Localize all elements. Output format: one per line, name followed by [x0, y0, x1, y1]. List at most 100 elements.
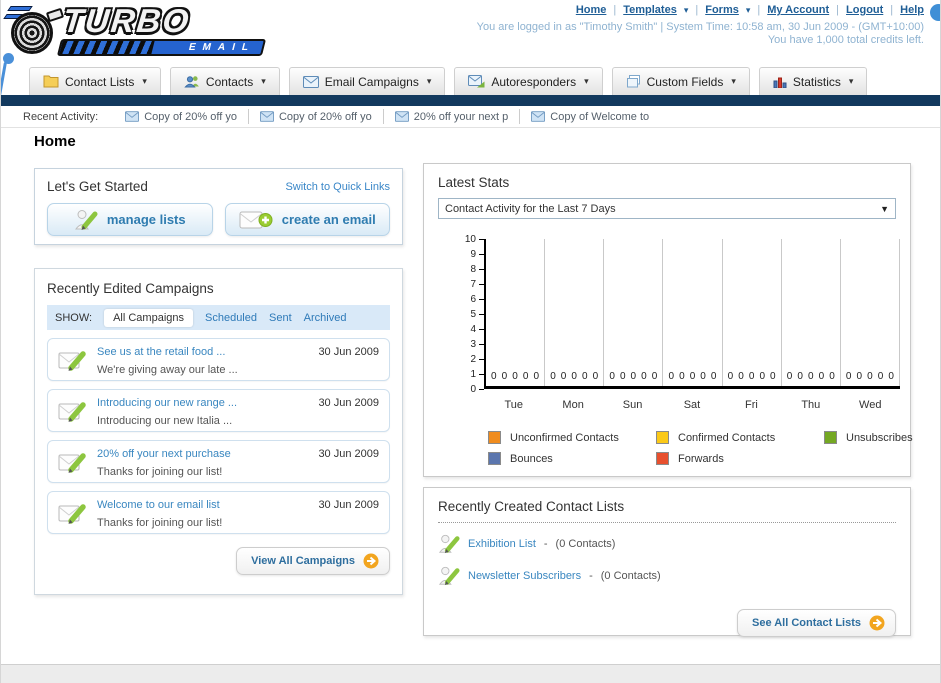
recent-activity-item[interactable]: 20% off your next p: [384, 109, 521, 124]
filter-archived[interactable]: Archived: [304, 312, 347, 324]
filter-all-campaigns[interactable]: All Campaigns: [104, 308, 193, 327]
credits-info: You have 1,000 total credits left.: [767, 34, 924, 46]
nav-link-my-account[interactable]: My Account: [767, 4, 829, 16]
data-value-label: 0: [877, 371, 884, 382]
envelope-icon: [394, 111, 409, 122]
envelope-icon: [125, 111, 140, 122]
nav-link-home[interactable]: Home: [576, 4, 607, 16]
chevron-down-icon: ▾: [584, 76, 589, 86]
logo-email-bar: EMAIL: [56, 39, 267, 56]
data-value-label: 0: [807, 371, 814, 382]
campaign-filter-bar: SHOW: All Campaigns Scheduled Sent Archi…: [47, 305, 390, 330]
campaigns-title: Recently Edited Campaigns: [47, 281, 214, 296]
contact-list-link[interactable]: Newsletter Subscribers: [468, 570, 581, 582]
data-value-label: 0: [491, 371, 497, 382]
tab-contact-lists[interactable]: Contact Lists ▾: [29, 67, 161, 95]
x-axis-day-label: Fri: [744, 399, 758, 411]
y-tick-label: 10: [465, 234, 484, 245]
campaign-row[interactable]: Welcome to our email list Thanks for joi…: [47, 491, 390, 534]
contact-lists-panel: Recently Created Contact Lists Exhibitio…: [423, 487, 911, 637]
list-separator: -: [589, 570, 593, 582]
tab-statistics[interactable]: Statistics ▾: [758, 67, 868, 95]
arrow-circle-icon: [363, 553, 379, 569]
nav-link-templates[interactable]: Templates: [623, 4, 677, 16]
x-axis-day-label: Sun: [622, 399, 643, 411]
manage-lists-button[interactable]: manage lists: [47, 203, 213, 236]
chevron-down-icon[interactable]: ▾: [746, 5, 751, 16]
tab-autoresponders[interactable]: Autoresponders ▾: [454, 67, 603, 95]
contact-list-item[interactable]: Newsletter Subscribers - (0 Contacts): [438, 565, 896, 587]
legend-swatch: [656, 452, 669, 465]
campaign-row[interactable]: See us at the retail food ... We're givi…: [47, 338, 390, 381]
campaign-row[interactable]: 20% off your next purchase Thanks for jo…: [47, 440, 390, 483]
chevron-down-icon: ▾: [731, 76, 736, 86]
activity-link[interactable]: 20% off your next p: [414, 111, 509, 123]
logo-subtitle: EMAIL: [187, 42, 257, 53]
create-email-button[interactable]: create an email: [224, 203, 390, 236]
chart-plot-area: 00000000000000000000000000000000000: [484, 239, 900, 389]
tab-label: Contacts: [205, 74, 254, 89]
envelope-pencil-icon: [58, 348, 88, 372]
campaign-title-link[interactable]: Introducing our new range ...: [97, 397, 237, 409]
data-value-label: 0: [738, 371, 744, 382]
chevron-down-icon[interactable]: ▾: [684, 5, 689, 16]
chart-day-group: 00000: [723, 239, 782, 386]
filter-sent[interactable]: Sent: [269, 312, 292, 324]
filter-scheduled[interactable]: Scheduled: [205, 312, 257, 324]
nav-link-help[interactable]: Help: [900, 4, 924, 16]
contact-lists-folder-icon: [43, 75, 59, 88]
switch-quick-links-link[interactable]: Switch to Quick Links: [285, 181, 390, 193]
data-value-label: 0: [522, 371, 529, 382]
activity-link[interactable]: Copy of Welcome to: [550, 111, 649, 123]
contact-list-count: (0 Contacts): [555, 538, 616, 550]
recent-activity-item[interactable]: Copy of Welcome to: [520, 109, 660, 124]
campaign-subtitle: Thanks for joining our list!: [97, 516, 223, 529]
legend-item: Bounces: [488, 452, 656, 465]
contacts-people-icon: [184, 75, 200, 88]
chart-y-axis: 10 9 8 7 6 5 4 3 2 1 0: [438, 234, 484, 395]
data-value-label: 0: [550, 371, 556, 382]
data-value-label: 0: [651, 371, 658, 382]
campaign-subtitle: Thanks for joining our list!: [97, 465, 223, 478]
data-value-label: 0: [630, 371, 637, 382]
stats-range-select[interactable]: Contact Activity for the Last 7 Days ▼: [438, 198, 896, 219]
campaign-title-link[interactable]: 20% off your next purchase: [97, 448, 231, 460]
chevron-down-icon: ▾: [261, 76, 266, 86]
activity-link[interactable]: Copy of 20% off yo: [144, 111, 237, 123]
utility-nav: Home | Templates ▾ | Forms ▾ | My Accoun…: [576, 4, 924, 16]
activity-link[interactable]: Copy of 20% off yo: [279, 111, 372, 123]
legend-swatch: [488, 431, 501, 444]
turbo-pipe-icon: [45, 7, 65, 23]
recent-activity-item[interactable]: Copy of 20% off yo: [114, 109, 249, 124]
tab-contacts[interactable]: Contacts ▾: [169, 67, 280, 95]
legend-label: Confirmed Contacts: [678, 431, 776, 444]
campaign-title-link[interactable]: See us at the retail food ...: [97, 346, 225, 358]
data-value-label: 0: [867, 371, 873, 382]
view-all-campaigns-button[interactable]: View All Campaigns: [236, 547, 390, 575]
legend-item: Forwards: [656, 452, 824, 465]
chevron-down-icon: ▾: [142, 76, 147, 86]
nav-link-logout[interactable]: Logout: [846, 4, 883, 16]
tab-email-campaigns[interactable]: Email Campaigns ▾: [288, 67, 446, 95]
envelope-pencil-icon: [58, 399, 88, 423]
footer-strip: [1, 664, 940, 683]
get-started-panel: Let's Get Started Switch to Quick Links …: [34, 168, 403, 245]
campaign-title-link[interactable]: Welcome to our email list: [97, 499, 220, 511]
campaign-row[interactable]: Introducing our new range ... Introducin…: [47, 389, 390, 432]
recent-activity-item[interactable]: Copy of 20% off yo: [249, 109, 384, 124]
contact-list-item[interactable]: Exhibition List - (0 Contacts): [438, 533, 896, 555]
nav-link-forms[interactable]: Forms: [705, 4, 739, 16]
bar-chart-icon: [773, 76, 787, 88]
see-all-contact-lists-button[interactable]: See All Contact Lists: [736, 609, 896, 637]
contact-list-link[interactable]: Exhibition List: [468, 538, 536, 550]
recent-activity-bar: Recent Activity: Copy of 20% off yo Copy…: [1, 106, 940, 128]
person-pencil-icon: [438, 565, 460, 587]
tab-label: Custom Fields: [646, 74, 724, 89]
legend-item: Confirmed Contacts: [656, 431, 824, 444]
data-value-label: 0: [770, 371, 776, 382]
tab-custom-fields[interactable]: Custom Fields ▾: [611, 67, 750, 95]
logo-title: TURBO: [61, 2, 193, 39]
campaign-date: 30 Jun 2009: [318, 397, 379, 409]
tab-label: Statistics: [792, 74, 841, 89]
chart-day-group: 00000: [663, 239, 723, 386]
